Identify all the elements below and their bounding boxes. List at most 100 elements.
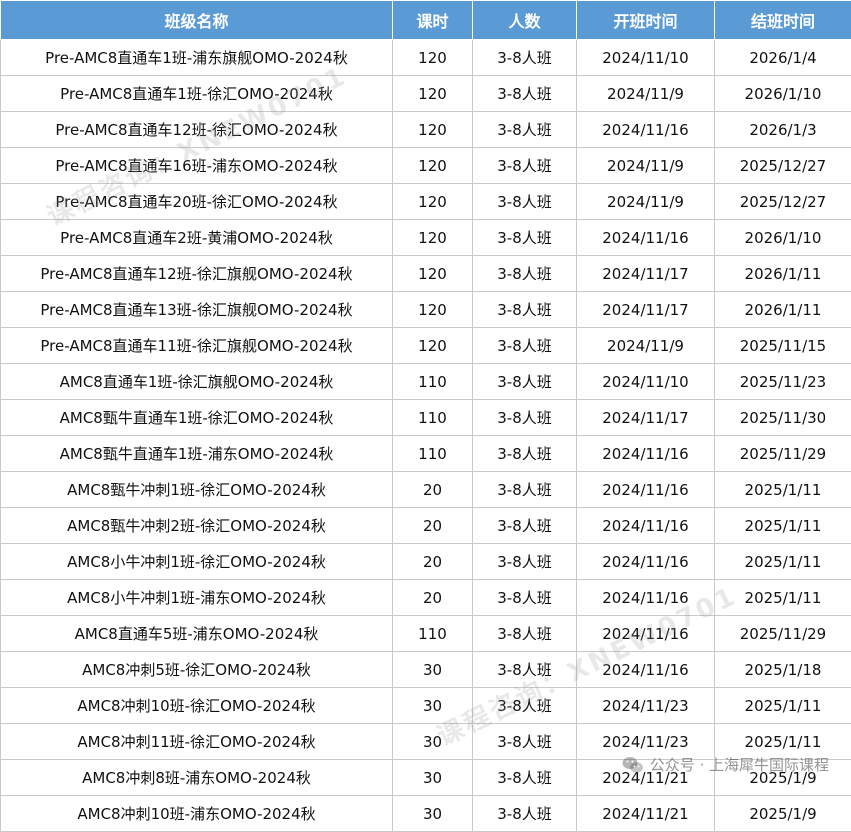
hours-cell: 30: [393, 724, 473, 760]
end-date-cell: 2025/11/30: [715, 400, 851, 436]
table-row: Pre-AMC8直通车1班-浦东旗舰OMO-2024秋1203-8人班2024/…: [1, 40, 851, 76]
start-date-cell: 2024/11/16: [577, 436, 715, 472]
hours-cell: 110: [393, 616, 473, 652]
class-size-cell: 3-8人班: [473, 400, 577, 436]
start-date-cell: 2024/11/17: [577, 256, 715, 292]
class-size-cell: 3-8人班: [473, 724, 577, 760]
hours-cell: 120: [393, 148, 473, 184]
class-size-cell: 3-8人班: [473, 220, 577, 256]
hours-cell: 120: [393, 220, 473, 256]
table-row: AMC8甄牛直通车1班-浦东OMO-2024秋1103-8人班2024/11/1…: [1, 436, 851, 472]
class-name-cell: AMC8冲刺10班-浦东OMO-2024秋: [1, 796, 393, 832]
start-date-cell: 2024/11/9: [577, 184, 715, 220]
class-name-cell: AMC8甄牛冲刺1班-徐汇OMO-2024秋: [1, 472, 393, 508]
start-date-cell: 2024/11/16: [577, 112, 715, 148]
hours-cell: 120: [393, 112, 473, 148]
table-row: AMC8小牛冲刺1班-浦东OMO-2024秋203-8人班2024/11/162…: [1, 580, 851, 616]
table-row: AMC8冲刺8班-浦东OMO-2024秋303-8人班2024/11/21202…: [1, 760, 851, 796]
table-body: Pre-AMC8直通车1班-浦东旗舰OMO-2024秋1203-8人班2024/…: [1, 40, 851, 832]
end-date-cell: 2025/12/27: [715, 148, 851, 184]
class-size-cell: 3-8人班: [473, 796, 577, 832]
class-name-cell: Pre-AMC8直通车12班-徐汇OMO-2024秋: [1, 112, 393, 148]
start-date-cell: 2024/11/21: [577, 796, 715, 832]
start-date-cell: 2024/11/17: [577, 400, 715, 436]
class-size-cell: 3-8人班: [473, 544, 577, 580]
class-name-cell: AMC8小牛冲刺1班-徐汇OMO-2024秋: [1, 544, 393, 580]
end-date-cell: 2025/1/9: [715, 796, 851, 832]
class-name-cell: Pre-AMC8直通车1班-徐汇OMO-2024秋: [1, 76, 393, 112]
end-date-cell: 2026/1/3: [715, 112, 851, 148]
hours-cell: 120: [393, 292, 473, 328]
table-row: AMC8甄牛直通车1班-徐汇OMO-2024秋1103-8人班2024/11/1…: [1, 400, 851, 436]
end-date-cell: 2025/1/11: [715, 508, 851, 544]
end-date-cell: 2025/11/29: [715, 616, 851, 652]
hours-cell: 110: [393, 364, 473, 400]
start-date-cell: 2024/11/16: [577, 508, 715, 544]
table-row: AMC8直通车1班-徐汇旗舰OMO-2024秋1103-8人班2024/11/1…: [1, 364, 851, 400]
header-start-date: 开班时间: [577, 1, 715, 40]
class-size-cell: 3-8人班: [473, 40, 577, 76]
class-size-cell: 3-8人班: [473, 256, 577, 292]
hours-cell: 110: [393, 400, 473, 436]
header-row: 班级名称 课时 人数 开班时间 结班时间: [1, 1, 851, 40]
start-date-cell: 2024/11/9: [577, 76, 715, 112]
hours-cell: 120: [393, 76, 473, 112]
class-name-cell: AMC8直通车1班-徐汇旗舰OMO-2024秋: [1, 364, 393, 400]
class-size-cell: 3-8人班: [473, 76, 577, 112]
class-name-cell: AMC8冲刺10班-徐汇OMO-2024秋: [1, 688, 393, 724]
class-size-cell: 3-8人班: [473, 580, 577, 616]
hours-cell: 20: [393, 544, 473, 580]
table-row: Pre-AMC8直通车2班-黄浦OMO-2024秋1203-8人班2024/11…: [1, 220, 851, 256]
table-row: Pre-AMC8直通车12班-徐汇OMO-2024秋1203-8人班2024/1…: [1, 112, 851, 148]
hours-cell: 20: [393, 508, 473, 544]
class-size-cell: 3-8人班: [473, 688, 577, 724]
hours-cell: 120: [393, 256, 473, 292]
table-row: AMC8甄牛冲刺1班-徐汇OMO-2024秋203-8人班2024/11/162…: [1, 472, 851, 508]
start-date-cell: 2024/11/16: [577, 616, 715, 652]
class-name-cell: AMC8甄牛直通车1班-徐汇OMO-2024秋: [1, 400, 393, 436]
class-size-cell: 3-8人班: [473, 292, 577, 328]
start-date-cell: 2024/11/23: [577, 688, 715, 724]
start-date-cell: 2024/11/16: [577, 580, 715, 616]
end-date-cell: 2025/1/9: [715, 760, 851, 796]
end-date-cell: 2025/1/11: [715, 580, 851, 616]
start-date-cell: 2024/11/16: [577, 220, 715, 256]
end-date-cell: 2025/12/27: [715, 184, 851, 220]
class-schedule-table: 班级名称 课时 人数 开班时间 结班时间 Pre-AMC8直通车1班-浦东旗舰O…: [0, 0, 851, 832]
table-row: Pre-AMC8直通车1班-徐汇OMO-2024秋1203-8人班2024/11…: [1, 76, 851, 112]
class-name-cell: Pre-AMC8直通车11班-徐汇旗舰OMO-2024秋: [1, 328, 393, 364]
hours-cell: 20: [393, 580, 473, 616]
start-date-cell: 2024/11/9: [577, 148, 715, 184]
start-date-cell: 2024/11/16: [577, 652, 715, 688]
hours-cell: 20: [393, 472, 473, 508]
end-date-cell: 2025/11/29: [715, 436, 851, 472]
class-name-cell: AMC8冲刺5班-徐汇OMO-2024秋: [1, 652, 393, 688]
start-date-cell: 2024/11/23: [577, 724, 715, 760]
table-row: AMC8冲刺11班-徐汇OMO-2024秋303-8人班2024/11/2320…: [1, 724, 851, 760]
table-row: Pre-AMC8直通车16班-浦东OMO-2024秋1203-8人班2024/1…: [1, 148, 851, 184]
end-date-cell: 2026/1/11: [715, 256, 851, 292]
class-size-cell: 3-8人班: [473, 508, 577, 544]
class-name-cell: AMC8冲刺8班-浦东OMO-2024秋: [1, 760, 393, 796]
end-date-cell: 2025/1/11: [715, 724, 851, 760]
end-date-cell: 2025/11/15: [715, 328, 851, 364]
class-size-cell: 3-8人班: [473, 364, 577, 400]
end-date-cell: 2026/1/10: [715, 220, 851, 256]
table-row: AMC8冲刺5班-徐汇OMO-2024秋303-8人班2024/11/16202…: [1, 652, 851, 688]
class-size-cell: 3-8人班: [473, 112, 577, 148]
hours-cell: 120: [393, 328, 473, 364]
class-name-cell: AMC8甄牛直通车1班-浦东OMO-2024秋: [1, 436, 393, 472]
header-hours: 课时: [393, 1, 473, 40]
class-name-cell: Pre-AMC8直通车1班-浦东旗舰OMO-2024秋: [1, 40, 393, 76]
class-name-cell: AMC8直通车5班-浦东OMO-2024秋: [1, 616, 393, 652]
end-date-cell: 2025/1/11: [715, 472, 851, 508]
start-date-cell: 2024/11/9: [577, 328, 715, 364]
class-size-cell: 3-8人班: [473, 472, 577, 508]
end-date-cell: 2026/1/11: [715, 292, 851, 328]
start-date-cell: 2024/11/16: [577, 544, 715, 580]
class-name-cell: Pre-AMC8直通车20班-徐汇OMO-2024秋: [1, 184, 393, 220]
start-date-cell: 2024/11/17: [577, 292, 715, 328]
table-row: Pre-AMC8直通车12班-徐汇旗舰OMO-2024秋1203-8人班2024…: [1, 256, 851, 292]
class-name-cell: Pre-AMC8直通车12班-徐汇旗舰OMO-2024秋: [1, 256, 393, 292]
class-size-cell: 3-8人班: [473, 616, 577, 652]
